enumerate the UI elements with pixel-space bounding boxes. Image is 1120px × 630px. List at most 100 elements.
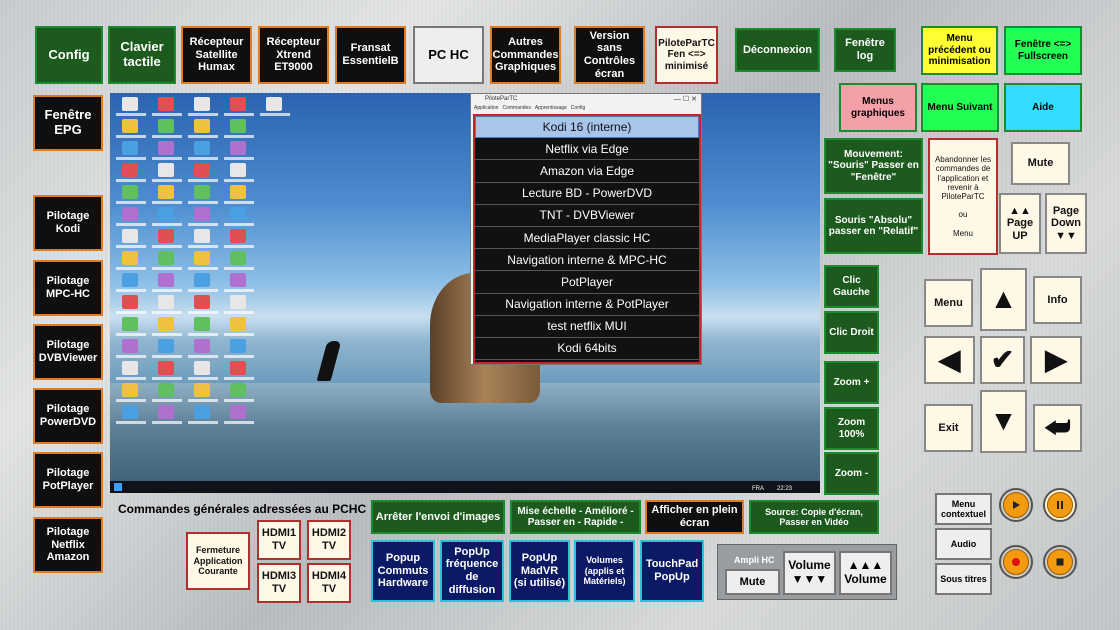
desktop-icon[interactable] xyxy=(266,97,282,111)
desktop-icon[interactable] xyxy=(122,163,138,177)
list-item[interactable]: Netflix via Edge xyxy=(475,138,699,161)
hdmi1-button[interactable]: HDMI1 TV xyxy=(257,520,301,560)
desktop-icon[interactable] xyxy=(194,405,210,419)
desktop-icon[interactable] xyxy=(230,339,246,353)
desktop-icon[interactable] xyxy=(230,361,246,375)
desktop-icon[interactable] xyxy=(122,361,138,375)
menu-contextuel-button[interactable]: Menu contextuel xyxy=(935,493,992,525)
popup-frequence-button[interactable]: PopUp fréquence de diffusion xyxy=(440,540,504,602)
config-button[interactable]: Config xyxy=(35,26,103,84)
clic-gauche-button[interactable]: Clic Gauche xyxy=(824,265,879,308)
humax-receiver-button[interactable]: Récepteur Satellite Humax xyxy=(181,26,252,84)
desktop-icon[interactable] xyxy=(122,141,138,155)
desktop-icon[interactable] xyxy=(230,185,246,199)
desktop-icon[interactable] xyxy=(122,405,138,419)
menu-suivant-button[interactable]: Menu Suivant xyxy=(921,83,999,132)
list-item[interactable]: MediaPlayer classic HC xyxy=(475,227,699,250)
list-item[interactable]: TNT - DVBViewer xyxy=(475,205,699,227)
pilote-fen-minimise-button[interactable]: PiloteParTC Fen <=> minimisé xyxy=(655,26,718,84)
desktop-icon[interactable] xyxy=(158,163,174,177)
volume-down-button[interactable]: Volume ▼▼▼ xyxy=(783,551,836,595)
desktop-icon[interactable] xyxy=(230,207,246,221)
desktop-icon[interactable] xyxy=(230,317,246,331)
list-item[interactable]: PotPlayer xyxy=(475,271,699,294)
plein-ecran-button[interactable]: Afficher en plein écran xyxy=(645,500,744,534)
pilotage-powerdvd-button[interactable]: Pilotage PowerDVD xyxy=(33,388,103,444)
back-button[interactable]: ⮨ xyxy=(1033,404,1082,452)
desktop-icon[interactable] xyxy=(122,383,138,397)
menu-commandes[interactable]: Commandes xyxy=(502,105,530,113)
desktop-icon[interactable] xyxy=(194,163,210,177)
fransat-button[interactable]: Fransat EssentielB xyxy=(335,26,406,84)
desktop-icon[interactable] xyxy=(194,317,210,331)
hdmi3-button[interactable]: HDMI3 TV xyxy=(257,563,301,603)
ok-button[interactable]: ✔ xyxy=(980,336,1025,384)
desktop-icon[interactable] xyxy=(122,317,138,331)
window-controls[interactable]: — ☐ ✕ xyxy=(674,94,697,105)
desktop-icon[interactable] xyxy=(158,273,174,287)
souris-absolu-button[interactable]: Souris "Absolu" passer en "Relatif" xyxy=(824,198,923,254)
desktop-icon[interactable] xyxy=(158,97,174,111)
desktop-icon[interactable] xyxy=(122,185,138,199)
pause-button[interactable] xyxy=(1043,488,1077,522)
desktop-icon[interactable] xyxy=(158,141,174,155)
popup-commuts-button[interactable]: Popup Commuts Hardware xyxy=(371,540,435,602)
desktop-icon[interactable] xyxy=(230,383,246,397)
desktop-icon[interactable] xyxy=(158,339,174,353)
desktop-icon[interactable] xyxy=(122,229,138,243)
fullscreen-toggle-button[interactable]: Fenêtre <=> Fullscreen xyxy=(1004,26,1082,75)
clavier-tactile-button[interactable]: Clavier tactile xyxy=(108,26,176,84)
source-video-button[interactable]: Source: Copie d'écran, Passer en Vidéo xyxy=(749,500,879,534)
desktop-icon[interactable] xyxy=(158,361,174,375)
desktop-icon[interactable] xyxy=(230,141,246,155)
touchpad-popup-button[interactable]: TouchPad PopUp xyxy=(640,540,704,602)
list-item[interactable]: Navigation interne & PotPlayer xyxy=(475,294,699,316)
volumes-button[interactable]: Volumes (applis et Matériels) xyxy=(574,540,635,602)
left-arrow-button[interactable]: ◀ xyxy=(924,336,975,384)
mute-button[interactable]: Mute xyxy=(1011,142,1070,185)
desktop-icon[interactable] xyxy=(230,295,246,309)
pilotage-kodi-button[interactable]: Pilotage Kodi xyxy=(33,195,103,251)
audio-button[interactable]: Audio xyxy=(935,528,992,560)
list-item[interactable]: Kodi 16 (interne) xyxy=(475,116,699,139)
desktop-icon[interactable] xyxy=(194,229,210,243)
up-arrow-button[interactable]: ▲ xyxy=(980,268,1027,331)
pilotage-dvbviewer-button[interactable]: Pilotage DVBViewer xyxy=(33,324,103,380)
desktop-icon[interactable] xyxy=(230,229,246,243)
desktop-icon[interactable] xyxy=(158,317,174,331)
menus-graphiques-button[interactable]: Menus graphiques xyxy=(839,83,917,132)
menu-precedent-button[interactable]: Menu précédent ou minimisation xyxy=(921,26,998,75)
autres-commandes-button[interactable]: Autres Commandes Graphiques xyxy=(490,26,561,84)
desktop-icon[interactable] xyxy=(194,273,210,287)
aide-button[interactable]: Aide xyxy=(1004,83,1082,132)
desktop-icon[interactable] xyxy=(158,251,174,265)
zoom-100-button[interactable]: Zoom 100% xyxy=(824,407,879,450)
desktop-icon[interactable] xyxy=(194,339,210,353)
hdmi2-button[interactable]: HDMI2 TV xyxy=(307,520,351,560)
desktop-icon[interactable] xyxy=(230,97,246,111)
play-button[interactable] xyxy=(999,488,1033,522)
desktop-icon[interactable] xyxy=(194,383,210,397)
menu-apprentissage[interactable]: Apprentissage xyxy=(535,105,567,113)
desktop-icon[interactable] xyxy=(122,339,138,353)
desktop-icon[interactable] xyxy=(194,251,210,265)
remote-screen-preview[interactable]: FRA 22:23 xyxy=(110,93,820,493)
ampli-mute-button[interactable]: Mute xyxy=(725,569,780,595)
desktop-icon[interactable] xyxy=(194,119,210,133)
pilotage-netflix-amazon-button[interactable]: Pilotage Netflix Amazon xyxy=(33,517,103,573)
record-button[interactable] xyxy=(999,545,1033,579)
stop-button[interactable] xyxy=(1043,545,1077,579)
down-arrow-button[interactable]: ▼ xyxy=(980,390,1027,453)
desktop-icon[interactable] xyxy=(194,295,210,309)
mise-echelle-button[interactable]: Mise échelle - Amélioré - Passer en - Ra… xyxy=(510,500,641,534)
desktop-icon[interactable] xyxy=(122,119,138,133)
desktop-icon[interactable] xyxy=(158,207,174,221)
mouvement-souris-button[interactable]: Mouvement: "Souris" Passer en "Fenêtre" xyxy=(824,138,923,194)
desktop-icon[interactable] xyxy=(230,163,246,177)
desktop-icon[interactable] xyxy=(122,207,138,221)
desktop-icon[interactable] xyxy=(122,251,138,265)
page-down-button[interactable]: Page Down ▼▼ xyxy=(1045,193,1087,254)
desktop-icon[interactable] xyxy=(158,229,174,243)
desktop-icon[interactable] xyxy=(230,273,246,287)
desktop-icon[interactable] xyxy=(158,185,174,199)
